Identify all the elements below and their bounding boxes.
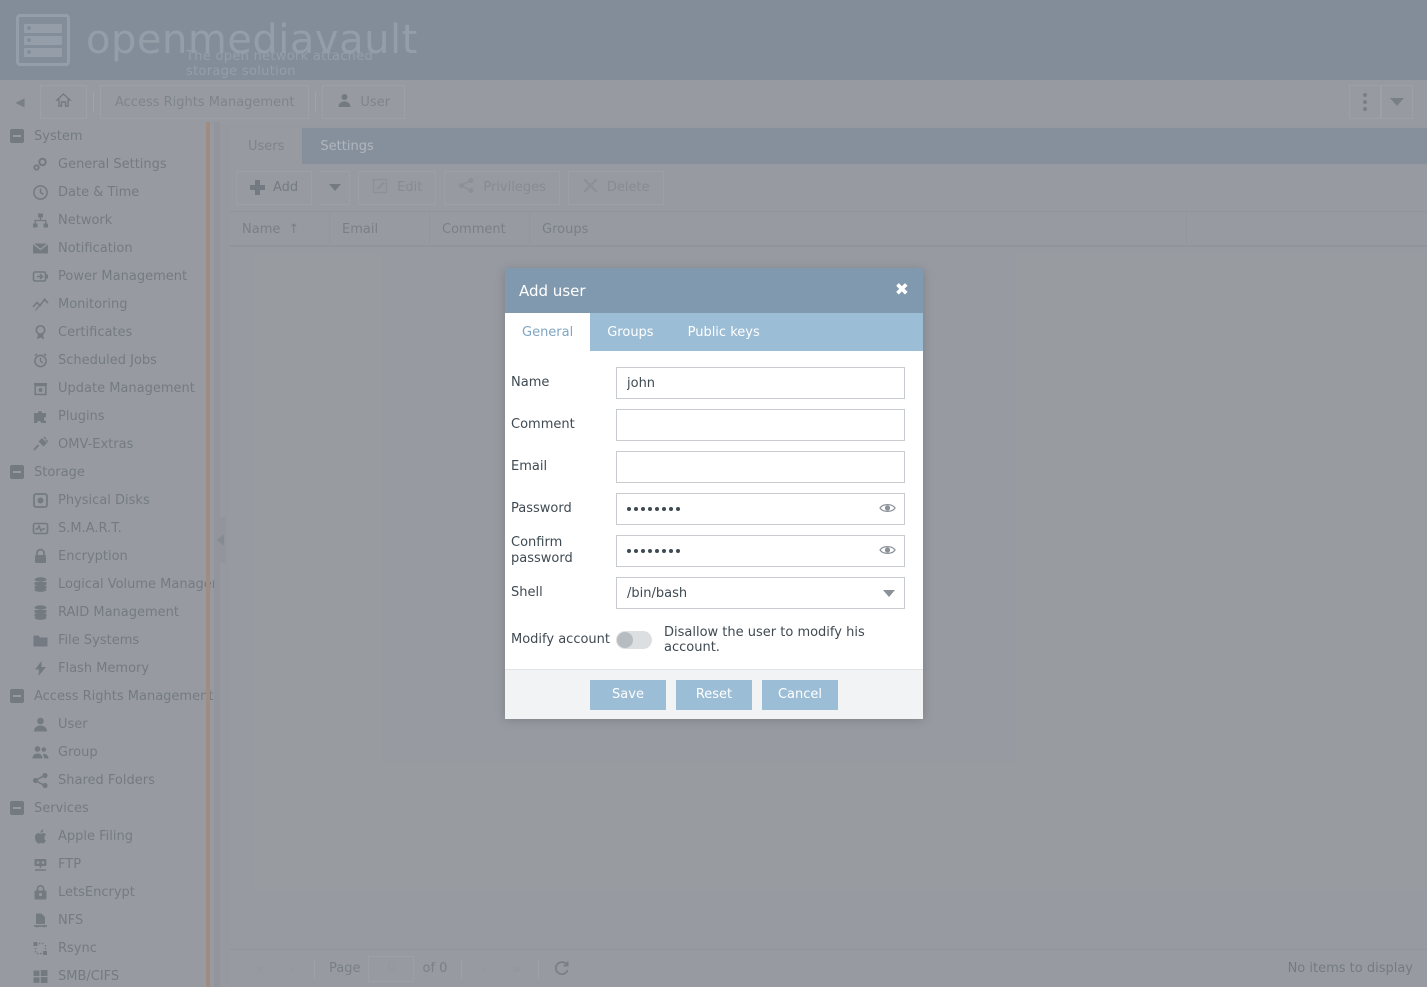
dialog-tabstrip: General Groups Public keys [505,313,923,351]
field-row-email: Email [511,451,905,483]
shell-label: Shell [511,585,543,600]
dialog-header: Add user ✖ [505,268,923,313]
modify-account-description: Disallow the user to modify his account. [664,625,865,655]
dialog-title: Add user [519,281,586,300]
email-label: Email [511,459,548,474]
save-button[interactable]: Save [590,679,666,710]
dialog-tab-general[interactable]: General [505,313,591,351]
confirm-password-input[interactable] [616,535,905,567]
dialog-tab-groups[interactable]: Groups [590,313,670,351]
reset-button[interactable]: Reset [676,679,752,710]
field-row-confirm-password: Confirm password [511,535,905,567]
dialog-form: Name Comment Email Password [505,351,923,669]
password-input[interactable] [616,493,905,525]
add-user-dialog: Add user ✖ General Groups Public keys Na… [505,268,923,719]
confirm-password-label: Confirm password [511,535,573,566]
comment-input[interactable] [616,409,905,441]
field-row-password: Password [511,493,905,525]
close-x-icon[interactable]: ✖ [895,282,909,299]
email-input[interactable] [616,451,905,483]
dialog-tab-public-keys[interactable]: Public keys [671,313,777,351]
name-input[interactable] [616,367,905,399]
cancel-button[interactable]: Cancel [762,679,838,710]
name-label: Name [511,375,550,390]
field-row-name: Name [511,367,905,399]
dialog-tab-label: Public keys [687,324,760,340]
modify-account-toggle[interactable] [616,631,652,649]
dialog-footer: Save Reset Cancel [505,669,923,719]
eye-icon[interactable] [879,501,896,517]
password-label: Password [511,501,572,516]
shell-select[interactable] [616,577,905,609]
modify-account-label: Modify account [511,632,610,647]
field-row-modify-account: Modify account Disallow the user to modi… [511,625,905,655]
dialog-tab-label: Groups [607,324,654,340]
comment-label: Comment [511,417,575,432]
field-row-comment: Comment [511,409,905,441]
eye-icon[interactable] [879,543,896,559]
field-row-shell: Shell [511,577,905,609]
dialog-tab-label: General [522,324,574,340]
